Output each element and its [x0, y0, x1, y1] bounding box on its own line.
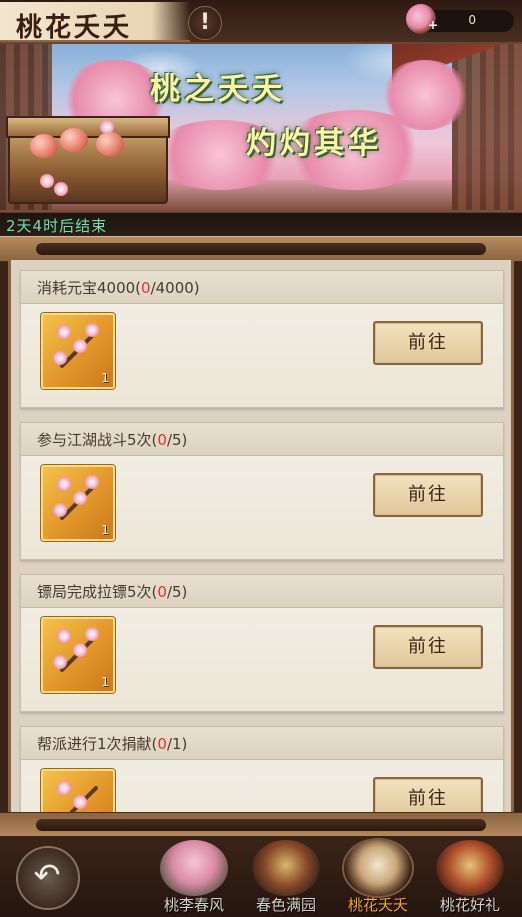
peach-chest-image [6, 116, 170, 204]
reward-item[interactable]: 1 [41, 769, 115, 812]
flower-icon [57, 477, 71, 491]
flower-icon [53, 655, 67, 669]
title-bar: 桃花夭夭 ! + 0 [0, 0, 522, 44]
tab-label: 桃花夭夭 [347, 896, 408, 914]
tab-label: 桃花好礼 [439, 896, 500, 914]
flower-icon [54, 182, 68, 196]
tab-peach-blossom[interactable]: 桃花夭夭 [334, 840, 422, 917]
flower-icon [53, 351, 67, 365]
scroll-rod-top [0, 236, 522, 262]
go-button[interactable]: 前往 [373, 625, 483, 669]
flower-icon [100, 120, 114, 134]
task-card: 消耗元宝4000(0/4000) 1 前往 [20, 270, 504, 408]
task-card: 参与江湖战斗5次(0/5) 1 前往 [20, 422, 504, 560]
task-progress: 0 [157, 735, 167, 753]
tab-peach-gift[interactable]: 桃花好礼 [426, 840, 514, 917]
task-card: 镖局完成拉镖5次(0/5) 1 前往 [20, 574, 504, 712]
reward-count: 1 [101, 675, 109, 689]
go-button[interactable]: 前往 [373, 321, 483, 365]
back-button[interactable]: ↶ [16, 846, 80, 910]
tab-label: 春色满园 [255, 896, 316, 914]
reward-item[interactable]: 1 [41, 313, 115, 389]
tab-spring-garden[interactable]: 春色满园 [242, 840, 330, 917]
currency-value: 0 [468, 13, 476, 27]
treasure-chest-icon [252, 840, 320, 896]
slogan-line-1: 桃之夭夭 [150, 72, 286, 107]
peach-icon [60, 128, 88, 152]
countdown-bar: 2天4时后结束 [0, 212, 522, 237]
task-list[interactable]: 消耗元宝4000(0/4000) 1 前往 参与江湖战斗5次(0/5) 1 前往 [8, 260, 514, 812]
reward-count: 1 [101, 523, 109, 537]
info-alert-icon[interactable]: ! [188, 6, 222, 40]
task-title: 参与江湖战斗5次(0/5) [37, 431, 188, 449]
flower-icon [40, 174, 54, 188]
reward-item[interactable]: 1 [41, 465, 115, 541]
back-arrow-icon: ↶ [33, 856, 61, 894]
task-card: 帮派进行1次捐献(0/1) 1 前往 [20, 726, 504, 812]
task-progress: 0 [157, 431, 167, 449]
title-plate: 桃花夭夭 [0, 2, 190, 43]
task-progress: 0 [141, 279, 151, 297]
task-progress: 0 [157, 583, 167, 601]
peach-icon [96, 132, 124, 156]
flower-icon [57, 629, 71, 643]
tab-peach-plum-spring[interactable]: 桃李春风 [150, 840, 238, 917]
task-title: 帮派进行1次捐献(0/1) [37, 735, 188, 753]
tab-label: 桃李春风 [163, 896, 224, 914]
reward-item[interactable]: 1 [41, 617, 115, 693]
countdown-text: 2天4时后结束 [6, 217, 108, 235]
flower-icon [73, 339, 87, 353]
flower-icon [53, 503, 67, 517]
go-button[interactable]: 前往 [373, 777, 483, 812]
blossom-cluster [380, 60, 470, 130]
flower-icon [85, 323, 99, 337]
flower-icon [85, 475, 99, 489]
flower-icon [57, 325, 71, 339]
flower-icon [57, 781, 71, 795]
peach-blossom-currency[interactable]: + 0 [404, 4, 514, 34]
task-title: 消耗元宝4000(0/4000) [37, 279, 200, 297]
page-title: 桃花夭夭 [16, 13, 133, 43]
gift-bag-icon [436, 840, 504, 896]
event-banner: 桃之夭夭 灼灼其华 桃花夭夭 ! + 0 [0, 0, 522, 212]
flower-icon [73, 795, 87, 809]
bottom-nav: ↶ 桃李春风 春色满园 桃花夭夭 桃花好礼 [0, 836, 522, 917]
go-button[interactable]: 前往 [373, 473, 483, 517]
slogan-line-2: 灼灼其华 [246, 126, 382, 161]
flower-icon [73, 643, 87, 657]
scroll-letter-icon [344, 840, 412, 896]
add-currency-icon[interactable]: + [428, 18, 438, 32]
peach-icon [30, 134, 58, 158]
task-title: 镖局完成拉镖5次(0/5) [37, 583, 188, 601]
peach-tree-icon [160, 840, 228, 896]
flower-icon [85, 627, 99, 641]
scroll-rod-bottom [0, 812, 522, 837]
reward-count: 1 [101, 371, 109, 385]
flower-icon [73, 491, 87, 505]
